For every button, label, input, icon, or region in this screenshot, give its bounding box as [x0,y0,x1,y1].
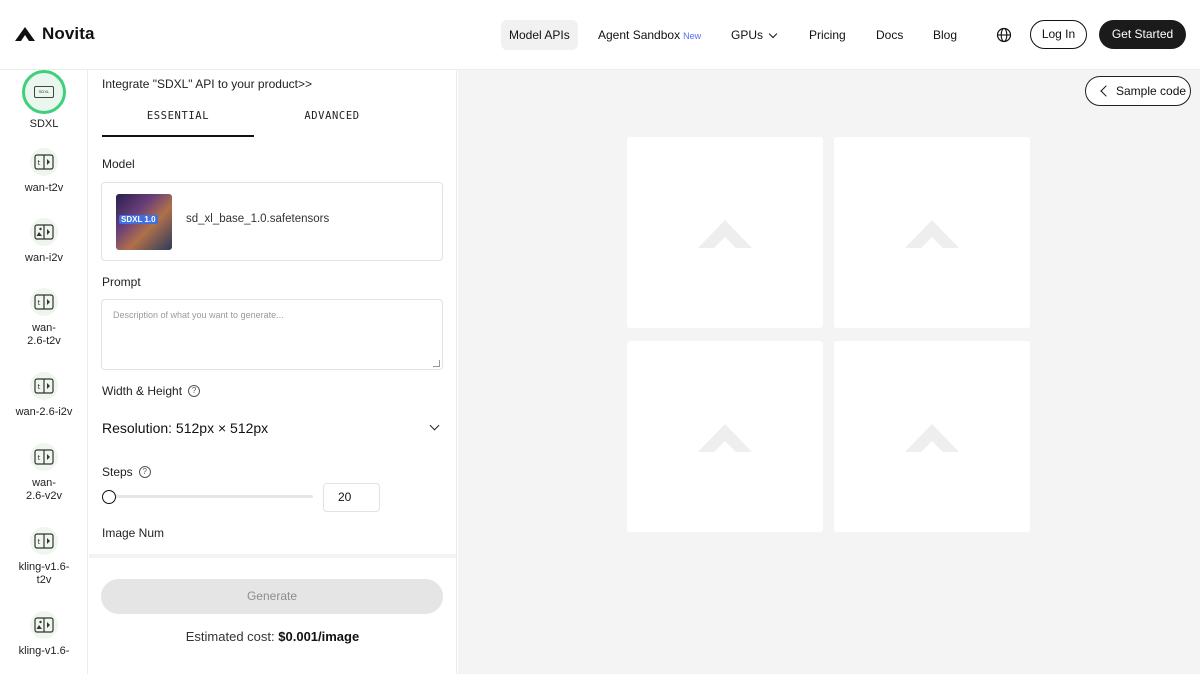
nav-docs-label: Docs [876,28,904,42]
image-to-video-icon [30,611,58,639]
help-icon[interactable]: ? [188,385,201,397]
model-name: sd_xl_base_1.0.safetensors [186,213,330,225]
resolution-select[interactable]: Resolution: 512px × 512px [102,420,268,436]
brand-logo[interactable]: Novita [14,24,95,44]
sample-code-button[interactable]: Sample code [1085,76,1191,106]
output-image-placeholder [627,341,823,532]
nav-gpus-label: GPUs [731,28,764,42]
model-label-text: Model [102,157,135,171]
svg-text:t: t [38,454,41,462]
preview-area: Sample code [458,70,1200,674]
new-badge: New [683,31,702,41]
text-to-video-icon: t [30,288,58,316]
tab-advanced[interactable]: ADVANCED [256,110,408,137]
sidebar-item-label: kling-v1.6- [18,645,70,657]
tab-advanced-label: ADVANCED [304,110,360,122]
model-label: Model [102,157,135,171]
tab-essential[interactable]: ESSENTIAL [102,110,254,137]
brand-name: Novita [42,24,95,43]
sdxl-chip-icon: SDXL [22,70,66,114]
estimated-cost-label: Estimated cost: [185,629,275,644]
get-started-button[interactable]: Get Started [1099,20,1186,49]
sidebar-item-label: wan-t2v [24,182,64,194]
image-num-label: Image Num [102,526,164,540]
login-button[interactable]: Log In [1030,20,1087,49]
section-divider [89,554,456,558]
sidebar-item-label: wan-i2v [25,252,63,264]
sidebar-item-kling-v1-6-t2v[interactable]: t kling-v1.6-t2v [0,527,87,587]
resize-handle-icon[interactable] [433,360,440,367]
prompt-label: Prompt [102,275,141,289]
steps-slider-track[interactable] [109,495,313,498]
output-image-placeholder [834,137,1030,328]
text-to-video-icon: t [30,372,58,400]
placeholder-logo-icon [698,219,752,248]
nav-model-apis[interactable]: Model APIs [501,20,578,50]
model-sidebar: SDXL SDXL t wan-t2v wan-i2v t wan-2.6-t2… [0,70,88,674]
nav-docs[interactable]: Docs [868,20,911,50]
output-image-placeholder [834,341,1030,532]
sample-code-label: Sample code [1116,84,1187,98]
model-selector[interactable]: SDXL 1.0 sd_xl_base_1.0.safetensors [101,182,443,261]
sidebar-item-label: SDXL [29,118,59,130]
sdxl-chip-text: SDXL [34,86,54,98]
sidebar-item-kling-v1-6-i2v[interactable]: kling-v1.6- [0,611,87,658]
placeholder-logo-icon [905,219,959,248]
svg-text:t: t [38,538,41,546]
svg-text:t: t [38,159,41,167]
image-to-video-icon [30,218,58,246]
estimated-cost: Estimated cost: $0.001/image [89,629,456,644]
width-height-label-text: Width & Height [102,384,183,398]
integrate-api-link[interactable]: Integrate "SDXL" API to your product>> [102,77,312,91]
prompt-label-text: Prompt [102,275,141,289]
steps-label: Steps ? [102,465,151,479]
nav-blog[interactable]: Blog [925,20,965,50]
sidebar-item-label: kling-v1.6-t2v [18,561,70,586]
nav-pricing-label: Pricing [809,28,846,42]
output-image-placeholder [627,137,823,328]
prompt-input[interactable]: Description of what you want to generate… [101,299,443,370]
text-to-video-icon: t [30,443,58,471]
chevron-left-icon [1100,85,1112,97]
sidebar-item-wan-2-6-v2v[interactable]: t wan-2.6-v2v [0,443,87,503]
chevron-down-icon[interactable] [429,420,440,431]
model-thumbnail-tag: SDXL 1.0 [119,215,158,224]
sidebar-item-label: wan-2.6-v2v [25,477,63,502]
nav-agent-sandbox-label: Agent Sandbox [598,28,681,42]
steps-label-text: Steps [102,465,133,479]
chevron-down-icon [768,29,778,39]
sidebar-item-wan-2-6-i2v[interactable]: t wan-2.6-i2v [0,372,87,419]
tab-essential-label: ESSENTIAL [146,110,210,122]
svg-text:t: t [38,299,41,307]
globe-icon[interactable] [995,26,1013,44]
nav-gpus[interactable]: GPUs [723,20,784,50]
text-to-video-icon: t [30,148,58,176]
width-height-label: Width & Height ? [102,384,201,398]
placeholder-logo-icon [698,423,752,452]
settings-panel: Integrate "SDXL" API to your product>> E… [89,70,457,674]
sidebar-item-wan-i2v[interactable]: wan-i2v [0,218,87,265]
sidebar-item-wan-2-6-t2v[interactable]: t wan-2.6-t2v [0,288,87,348]
help-icon[interactable]: ? [138,466,151,478]
steps-input[interactable]: 20 [323,483,380,512]
generate-button[interactable]: Generate [101,579,443,614]
prompt-placeholder: Description of what you want to generate… [113,310,284,320]
placeholder-logo-icon [905,423,959,452]
text-to-video-icon: t [30,527,58,555]
sidebar-item-label: wan-2.6-t2v [27,322,61,347]
svg-text:t: t [38,383,41,391]
nav-blog-label: Blog [933,28,958,42]
sidebar-item-sdxl[interactable]: SDXL SDXL [0,70,87,131]
novita-logo-icon [15,27,35,41]
nav-pricing[interactable]: Pricing [801,20,854,50]
steps-slider-handle[interactable] [102,490,116,504]
nav-agent-sandbox[interactable]: Agent Sandbox New [590,20,709,50]
sidebar-item-wan-t2v[interactable]: t wan-t2v [0,148,87,195]
estimated-cost-value: $0.001/image [278,629,360,644]
nav-model-apis-label: Model APIs [509,28,570,42]
top-nav: Novita Model APIs Agent Sandbox New GPUs … [0,0,1200,70]
model-thumbnail: SDXL 1.0 [116,194,172,250]
image-num-label-text: Image Num [102,526,165,540]
sidebar-item-label: wan-2.6-i2v [15,406,73,418]
